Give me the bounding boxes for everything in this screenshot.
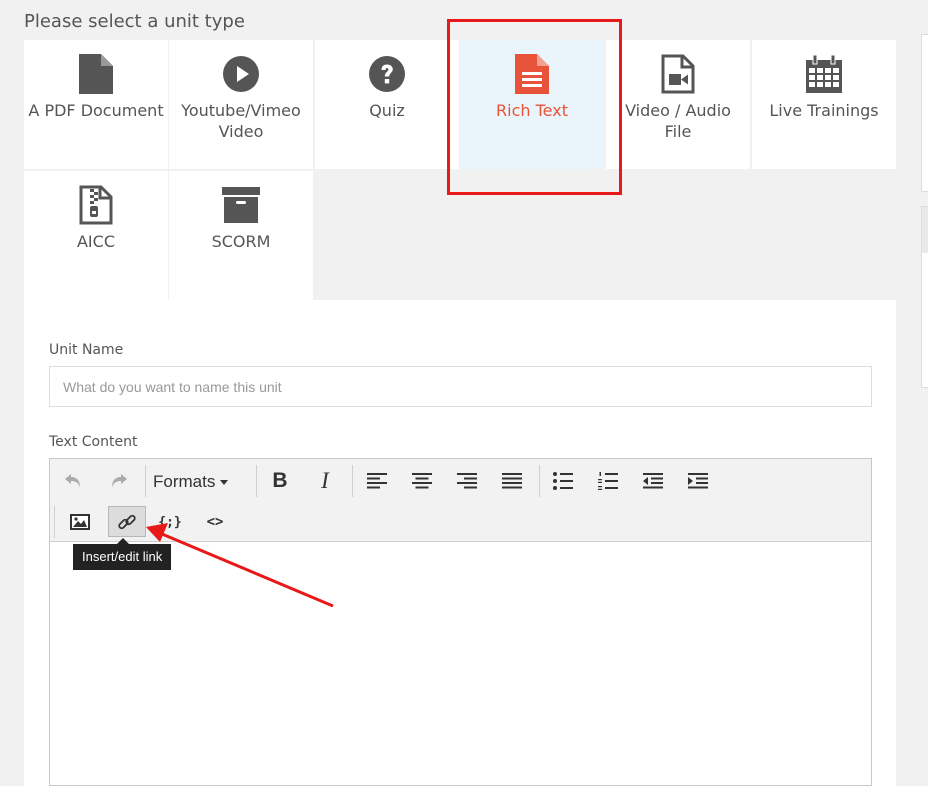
- numbered-list-button[interactable]: [591, 466, 625, 496]
- outdent-icon: [643, 473, 663, 489]
- caret-down-icon: [220, 479, 229, 485]
- unit-name-input[interactable]: [49, 366, 872, 407]
- align-justify-icon: [502, 473, 522, 489]
- indent-icon: [688, 473, 708, 489]
- variable-icon: {;}: [158, 514, 182, 530]
- text-content-label: Text Content: [49, 434, 138, 450]
- unit-type-rich-text[interactable]: Rich Text: [460, 40, 604, 169]
- insert-image-button[interactable]: [63, 507, 97, 537]
- rich-text-editor: Formats B I {;} <>: [49, 458, 872, 786]
- align-right-icon: [457, 473, 477, 489]
- play-circle-icon: [169, 54, 313, 94]
- unit-type-pdf[interactable]: A PDF Document: [24, 40, 168, 169]
- image-icon: [70, 514, 90, 530]
- side-panel-edge: [921, 34, 928, 192]
- unit-type-label: Rich Text: [496, 101, 568, 120]
- calendar-icon: [752, 54, 896, 94]
- editor-toolbar: Formats B I {;} <>: [50, 459, 871, 542]
- file-text-icon: [460, 54, 604, 94]
- question-circle-icon: [315, 54, 459, 94]
- unit-type-label: Quiz: [369, 101, 405, 120]
- unit-type-label: Youtube/Vimeo Video: [181, 101, 301, 141]
- numbered-list-icon: [598, 472, 618, 490]
- undo-button[interactable]: [56, 466, 90, 496]
- insert-link-button[interactable]: [108, 506, 146, 537]
- page-heading: Please select a unit type: [24, 11, 245, 32]
- unit-type-label: Video / Audio File: [625, 101, 731, 141]
- unit-type-youtube-vimeo[interactable]: Youtube/Vimeo Video: [169, 40, 313, 169]
- archive-box-icon: [169, 185, 313, 225]
- bullet-list-icon: [553, 472, 573, 490]
- unit-type-label: AICC: [76, 232, 115, 251]
- unit-type-video-audio[interactable]: Video / Audio File: [606, 40, 750, 169]
- bullet-list-button[interactable]: [546, 466, 580, 496]
- unit-type-label: SCORM: [211, 232, 271, 251]
- link-icon: [118, 514, 136, 529]
- bold-icon: B: [272, 469, 288, 492]
- formats-label: Formats: [153, 472, 216, 491]
- insert-link-tooltip: Insert/edit link: [73, 538, 172, 570]
- unit-type-quiz[interactable]: Quiz: [315, 40, 459, 169]
- code-icon: <>: [206, 514, 224, 530]
- file-icon: [24, 54, 168, 94]
- redo-icon: [112, 474, 127, 487]
- align-justify-button[interactable]: [495, 466, 529, 496]
- indent-button[interactable]: [681, 466, 715, 496]
- editor-content-area[interactable]: [50, 543, 871, 785]
- unit-type-label: Live Trainings: [769, 101, 879, 120]
- align-right-button[interactable]: [450, 466, 484, 496]
- file-archive-icon: [24, 185, 168, 225]
- bold-button[interactable]: B: [263, 466, 297, 496]
- insert-variable-button[interactable]: {;}: [153, 507, 187, 537]
- unit-type-scorm[interactable]: SCORM: [169, 171, 313, 300]
- undo-icon: [65, 474, 80, 487]
- italic-icon: I: [321, 468, 329, 493]
- outdent-button[interactable]: [636, 466, 670, 496]
- unit-name-label: Unit Name: [49, 342, 124, 358]
- unit-type-grid: A PDF Document Youtube/Vimeo Video Quiz …: [24, 40, 896, 300]
- align-center-icon: [412, 473, 432, 489]
- unit-type-live-trainings[interactable]: Live Trainings: [752, 40, 896, 169]
- formats-dropdown[interactable]: Formats: [153, 467, 229, 497]
- align-center-button[interactable]: [405, 466, 439, 496]
- italic-button[interactable]: I: [308, 466, 342, 496]
- redo-button[interactable]: [102, 466, 136, 496]
- source-code-button[interactable]: <>: [198, 507, 232, 537]
- align-left-icon: [367, 473, 387, 489]
- unit-type-label: A PDF Document: [28, 101, 164, 120]
- align-left-button[interactable]: [360, 466, 394, 496]
- unit-type-aicc[interactable]: AICC: [24, 171, 168, 300]
- side-panel-edge: [921, 206, 928, 388]
- file-video-icon: [606, 54, 750, 94]
